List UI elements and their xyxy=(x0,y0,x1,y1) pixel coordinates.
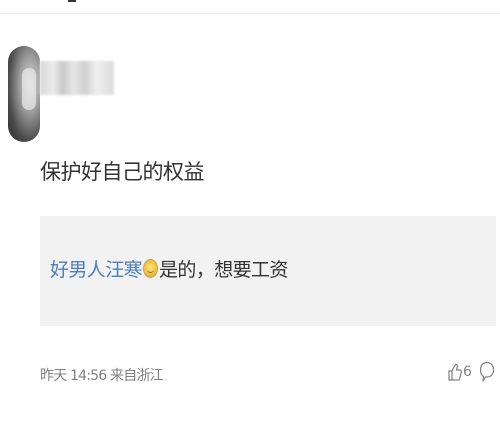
avatar-highlight xyxy=(22,68,36,110)
comment-text: 保护好自己的权益 xyxy=(40,160,205,184)
username-blurred[interactable] xyxy=(40,61,114,95)
comment-bubble-icon[interactable] xyxy=(479,361,495,383)
comment-card: 保护好自己的权益 好男人汪寒 是的，想要工资 昨天 14:56 来自浙江 6 xyxy=(0,0,500,440)
reply-box[interactable]: 好男人汪寒 是的，想要工资 xyxy=(40,216,496,326)
reply-text: 是的，想要工资 xyxy=(159,259,288,281)
thumbs-up-icon xyxy=(448,363,462,381)
avatar[interactable] xyxy=(8,46,40,142)
smiling-emoji-icon xyxy=(143,259,159,278)
top-divider xyxy=(0,0,500,14)
reply-author-link[interactable]: 好男人汪寒 xyxy=(50,259,143,281)
reply-line: 好男人汪寒 是的，想要工资 xyxy=(50,255,288,282)
top-strip-mark xyxy=(68,0,76,2)
comment-meta: 昨天 14:56 来自浙江 xyxy=(40,368,164,384)
like-button[interactable]: 6 xyxy=(448,360,472,384)
like-count: 6 xyxy=(463,364,472,380)
